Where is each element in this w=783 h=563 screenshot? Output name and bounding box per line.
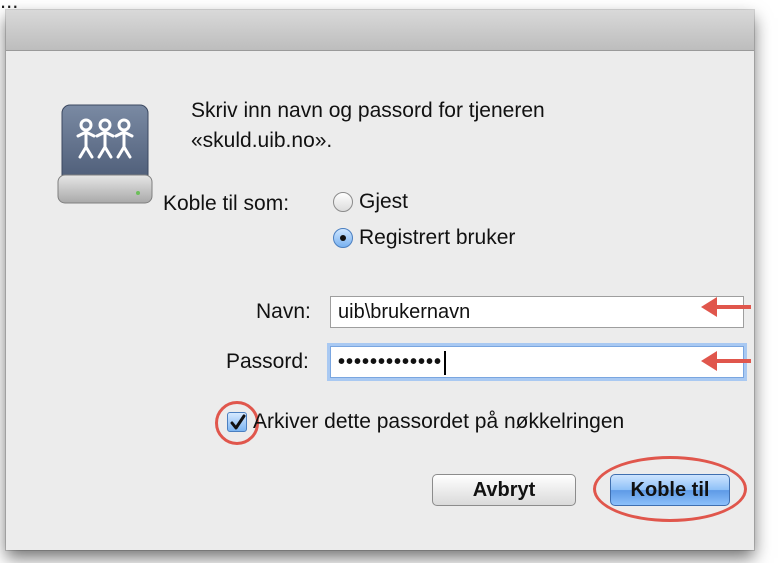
password-value: ••••••••••••• [338, 351, 443, 373]
connect-as-label: Koble til som: [163, 192, 290, 215]
network-server-icon [57, 104, 153, 204]
password-field[interactable]: ••••••••••••• [330, 346, 744, 378]
prompt-line-1: Skriv inn navn og passord for tjeneren [191, 99, 545, 122]
name-field[interactable]: uib\brukernavn [330, 296, 744, 328]
prompt-line-2: «skuld.uib.no». [191, 129, 333, 152]
radio-registered-label: Registrert bruker [359, 226, 516, 249]
checkmark-icon [230, 414, 246, 430]
name-label: Navn: [256, 300, 311, 323]
radio-registered-user[interactable]: Registrert bruker [333, 226, 515, 250]
text-caret [444, 350, 447, 375]
connect-dialog: Skriv inn navn og passord for tjeneren «… [6, 10, 754, 550]
radio-guest-label: Gjest [359, 190, 409, 213]
radio-guest[interactable]: Gjest [333, 190, 408, 214]
cancel-button[interactable]: Avbryt [432, 474, 576, 506]
keychain-checkbox[interactable] [227, 412, 247, 432]
password-label: Passord: [226, 350, 309, 373]
connect-button[interactable]: Koble til [610, 474, 730, 506]
prompt-text: Skriv inn navn og passord for tjeneren «… [191, 96, 711, 156]
radio-registered-button[interactable] [333, 228, 353, 248]
radio-guest-button[interactable] [333, 192, 353, 212]
red-arrow-icon [701, 297, 751, 317]
dialog-titlebar [6, 10, 754, 51]
red-arrow-icon [701, 351, 751, 371]
keychain-label: Arkiver dette passordet på nøkkelringen [253, 410, 625, 433]
